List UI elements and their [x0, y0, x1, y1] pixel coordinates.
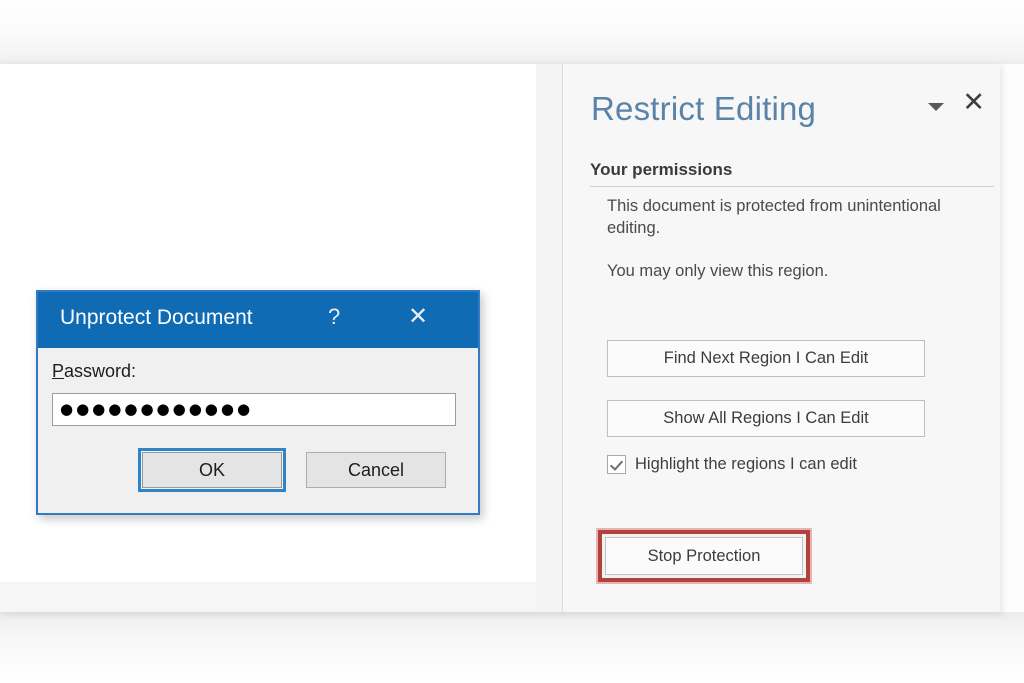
application-window: Restrict Editing ✕ Your permissions This…	[0, 64, 1000, 612]
highlight-regions-label: Highlight the regions I can edit	[635, 454, 857, 473]
page-title: Restrict Editing	[591, 90, 817, 127]
section-heading-your-permissions: Your permissions	[590, 160, 733, 179]
dialog-title: Unprotect Document	[60, 306, 253, 329]
screenshot-canvas: Restrict Editing ✕ Your permissions This…	[0, 0, 1024, 683]
checkbox-checked-icon[interactable]	[607, 454, 626, 474]
unprotect-document-dialog: Unprotect Document ? ✕ Password: ●●●●●●●…	[36, 290, 480, 515]
show-all-regions-button[interactable]: Show All Regions I Can Edit	[607, 400, 925, 437]
background-band-bottom	[0, 612, 1024, 683]
highlight-regions-checkbox-row[interactable]: Highlight the regions I can edit	[607, 452, 987, 476]
background-band-top	[0, 0, 1024, 64]
stop-protection-highlight-box: Stop Protection	[596, 528, 812, 584]
task-pane-header: Restrict Editing ✕	[591, 89, 991, 138]
dialog-titlebar: Unprotect Document ? ✕	[38, 292, 478, 348]
stop-protection-button[interactable]: Stop Protection	[605, 537, 803, 575]
cancel-button[interactable]: Cancel	[306, 452, 446, 488]
close-icon[interactable]: ✕	[962, 89, 985, 116]
help-icon[interactable]: ?	[328, 304, 340, 330]
permissions-description-line-1: This document is protected from unintent…	[607, 197, 941, 237]
password-label-accelerator: P	[52, 361, 65, 381]
password-input[interactable]: ●●●●●●●●●●●●	[52, 393, 456, 426]
password-label-text: assword:	[64, 361, 137, 381]
chevron-down-icon[interactable]	[928, 103, 944, 111]
ok-button[interactable]: OK	[138, 448, 286, 492]
find-next-region-button[interactable]: Find Next Region I Can Edit	[607, 340, 925, 377]
password-field-label: Password:	[52, 361, 136, 382]
section-divider	[590, 186, 994, 187]
document-gutter	[536, 64, 562, 612]
restrict-editing-task-pane: Restrict Editing ✕ Your permissions This…	[563, 64, 1000, 612]
permissions-description-line-2: You may only view this region.	[607, 262, 829, 280]
dialog-close-icon[interactable]: ✕	[408, 302, 428, 330]
